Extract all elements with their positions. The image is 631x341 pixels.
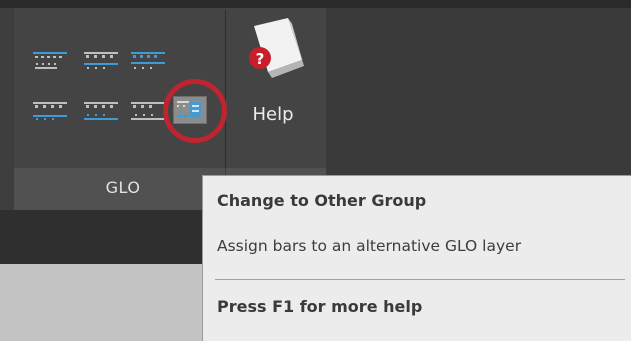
glo-tool-2-icon[interactable] — [84, 49, 118, 71]
help-label: Help — [252, 104, 294, 125]
svg-text:?: ? — [256, 50, 265, 68]
help-book-icon: ? — [249, 18, 304, 78]
tooltip-help-hint: Press F1 for more help — [217, 297, 423, 316]
glo-tool-4-icon[interactable] — [33, 100, 67, 122]
tooltip-divider — [215, 279, 625, 280]
tooltip-description: Assign bars to an alternative GLO layer — [217, 237, 522, 255]
glo-tool-5-icon[interactable] — [84, 100, 118, 122]
glo-group-label: GLO — [105, 178, 141, 197]
tooltip-title: Change to Other Group — [217, 191, 427, 210]
glo-tool-6-icon[interactable] — [131, 100, 165, 122]
ribbon-top-edge — [0, 0, 631, 8]
glo-tool-3-icon[interactable] — [131, 49, 165, 71]
screenshot-stage: GLO ? Help Change to Other Group Assign … — [0, 0, 631, 341]
tooltip-panel: Change to Other Group Assign bars to an … — [202, 175, 631, 341]
help-button[interactable]: ? Help — [230, 14, 320, 164]
highlight-annotation-ring — [163, 79, 227, 143]
glo-tool-1-icon[interactable] — [33, 49, 67, 71]
